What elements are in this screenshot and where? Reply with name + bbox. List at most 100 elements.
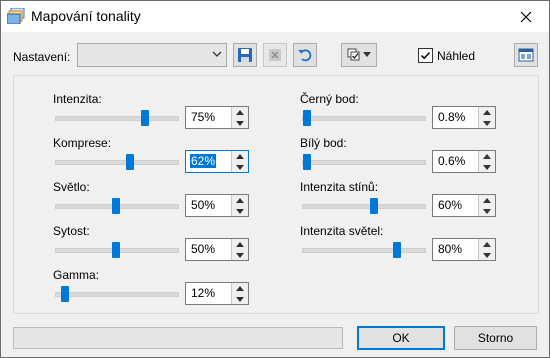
slider-track[interactable] [55,160,179,165]
value-spinbox[interactable]: 60% [432,194,496,217]
spin-down-button[interactable] [232,294,248,304]
caret-up-icon [236,153,244,159]
caret-down-icon [236,296,244,302]
delete-preset-icon [269,49,281,61]
dropdown-arrow-icon [363,52,371,57]
spin-down-button[interactable] [479,206,495,216]
spinbox-value: 50% [191,198,216,212]
preview-label: Náhled [437,49,476,63]
slider-thumb[interactable] [303,154,311,170]
value-spinbox[interactable]: 80% [432,238,496,261]
slider-label: Komprese: [53,136,112,150]
spin-arrows [231,283,248,304]
spinbox-value: 0.6% [438,154,466,168]
slider-label: Intenzita: [53,92,102,106]
slider-label: Světlo: [53,180,90,194]
slider-track[interactable] [302,248,426,253]
spin-down-button[interactable] [232,118,248,128]
ok-button-label: OK [392,331,410,345]
value-spinbox[interactable]: 0.8% [432,106,496,129]
slider-thumb[interactable] [126,154,134,170]
slider-thumb[interactable] [141,110,149,126]
spin-up-button[interactable] [479,107,495,117]
caret-down-icon [236,208,244,214]
spin-arrows [478,239,495,260]
close-icon [520,11,532,22]
slider-track[interactable] [55,292,179,297]
spin-arrows [478,195,495,216]
caret-up-icon [236,197,244,203]
title-bar[interactable]: Mapování tonality [1,1,549,32]
spin-down-button[interactable] [232,250,248,260]
options-menu-button[interactable] [341,43,377,67]
spin-arrows [231,151,248,172]
slider-track[interactable] [302,160,426,165]
ok-button[interactable]: OK [357,326,445,350]
slider-thumb[interactable] [61,286,69,302]
spin-up-button[interactable] [479,151,495,161]
undo-icon [298,49,312,62]
slider-label: Gamma: [53,268,100,282]
value-spinbox[interactable]: 62% [185,150,249,173]
value-spinbox[interactable]: 50% [185,238,249,261]
save-preset-button[interactable] [233,43,257,67]
app-icon [7,8,25,24]
caret-up-icon [483,109,491,115]
cancel-button-label: Storno [477,331,514,345]
slider-label: Sytost: [53,224,90,238]
slider-thumb[interactable] [370,198,378,214]
checklist-icon [347,48,360,61]
slider-track[interactable] [55,116,179,121]
spinbox-value: 12% [191,286,216,300]
spin-down-button[interactable] [479,118,495,128]
delete-preset-button[interactable] [263,43,287,67]
save-icon [238,48,252,62]
caret-up-icon [236,241,244,247]
slider-label: Bílý bod: [300,136,347,150]
spin-down-button[interactable] [479,250,495,260]
cancel-button[interactable]: Storno [454,326,537,350]
spin-up-button[interactable] [479,195,495,205]
preset-dropdown[interactable] [77,43,227,67]
spin-down-button[interactable] [479,162,495,172]
slider-label: Intenzita stínů: [300,180,379,194]
caret-up-icon [483,197,491,203]
slider-thumb[interactable] [112,198,120,214]
value-spinbox[interactable]: 75% [185,106,249,129]
slider-thumb[interactable] [112,242,120,258]
spin-arrows [231,107,248,128]
value-spinbox[interactable]: 0.6% [432,150,496,173]
slider-thumb[interactable] [303,110,311,126]
value-spinbox[interactable]: 12% [185,282,249,305]
spin-arrows [231,239,248,260]
caret-up-icon [483,241,491,247]
value-spinbox[interactable]: 50% [185,194,249,217]
layout-toggle-button[interactable] [514,43,538,67]
spin-arrows [231,195,248,216]
spin-arrows [478,151,495,172]
spin-down-button[interactable] [232,206,248,216]
layout-icon [518,48,534,62]
slider-track[interactable] [302,204,426,209]
spin-up-button[interactable] [232,283,248,293]
spinbox-value: 60% [438,198,463,212]
reset-button[interactable] [293,43,317,67]
caret-down-icon [483,164,491,170]
caret-up-icon [236,109,244,115]
spin-arrows [478,107,495,128]
caret-down-icon [236,164,244,170]
spin-up-button[interactable] [232,195,248,205]
spin-down-button[interactable] [232,162,248,172]
slider-track[interactable] [302,116,426,121]
caret-up-icon [483,153,491,159]
spin-up-button[interactable] [232,107,248,117]
close-button[interactable] [503,1,549,32]
spin-up-button[interactable] [232,151,248,161]
slider-thumb[interactable] [393,242,401,258]
spinbox-value: 75% [191,110,216,124]
spin-up-button[interactable] [232,239,248,249]
spin-up-button[interactable] [479,239,495,249]
preview-checkbox[interactable] [418,48,433,63]
slider-label: Intenzita světel: [300,224,384,238]
window-title: Mapování tonality [31,8,141,24]
